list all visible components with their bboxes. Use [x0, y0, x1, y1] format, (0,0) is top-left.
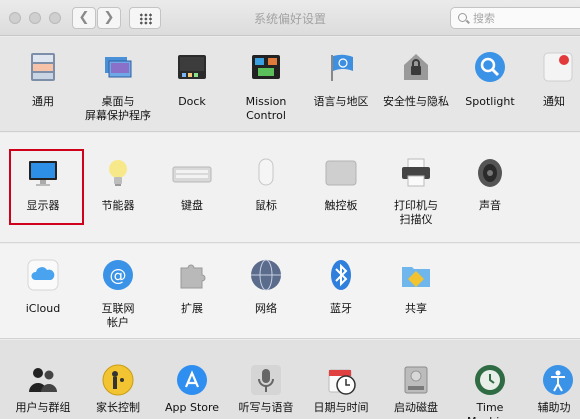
general-icon: [31, 53, 55, 81]
search-icon: [458, 13, 467, 22]
date-time-icon: [328, 369, 356, 395]
keyboard-icon: [172, 166, 212, 183]
pref-notifications[interactable]: 通知: [528, 51, 580, 131]
search-input[interactable]: [473, 10, 573, 26]
dock-icon: [178, 55, 206, 79]
mouse-icon: [258, 158, 274, 186]
pref-users-groups[interactable]: 用户与群组: [5, 364, 81, 419]
users-groups-icon: [29, 368, 57, 392]
title-bar: ❮ ❯ 系统偏好设置: [0, 0, 580, 36]
pref-dock[interactable]: Dock: [154, 51, 230, 131]
pref-desktop-screensaver[interactable]: 桌面与 屏幕保护程序: [80, 51, 156, 131]
search-field[interactable]: [450, 7, 580, 29]
pref-security-privacy[interactable]: 安全性与隐私: [378, 51, 454, 131]
bluetooth-icon: [331, 260, 351, 290]
pref-icloud[interactable]: iCloud: [5, 259, 81, 339]
pref-date-time[interactable]: 日期与时间: [303, 364, 379, 419]
pref-sound[interactable]: 声音: [452, 157, 528, 237]
internet-accounts-icon: @: [103, 260, 133, 290]
spotlight-icon: [475, 52, 505, 82]
pref-row-internet: iCloud @ 互联网 帐户 扩展 网络 蓝牙 共享: [0, 244, 580, 339]
security-icon: [404, 54, 428, 80]
network-icon: [251, 259, 281, 291]
desktop-icon: [105, 57, 132, 78]
time-machine-icon: [475, 365, 505, 395]
pref-time-machine[interactable]: Time Machine: [452, 364, 528, 419]
pref-row-hardware: 显示器 节能器 键盘 鼠标 触控板 打印机与 扫描仪 声音: [0, 133, 580, 243]
pref-energy-saver[interactable]: 节能器: [80, 157, 156, 237]
pref-mouse[interactable]: 鼠标: [228, 157, 304, 237]
pref-startup-disk[interactable]: 启动磁盘: [378, 364, 454, 419]
pref-language-region[interactable]: 语言与地区: [303, 51, 379, 131]
extensions-icon: [180, 264, 206, 289]
pref-dictation-speech[interactable]: 听写与语音: [228, 364, 304, 419]
accessibility-icon: [543, 365, 573, 395]
pref-app-store[interactable]: App Store: [154, 364, 230, 419]
selection-highlight: [9, 149, 84, 225]
sound-icon: [478, 159, 502, 187]
pref-parental-controls[interactable]: 家长控制: [80, 364, 156, 419]
app-store-icon: [177, 365, 207, 395]
pref-printers-scanners[interactable]: 打印机与 扫描仪: [378, 157, 454, 237]
notifications-icon: [543, 52, 573, 82]
pref-general[interactable]: 通用: [5, 51, 81, 131]
pref-trackpad[interactable]: 触控板: [303, 157, 379, 237]
pref-mission-control[interactable]: Mission Control: [228, 51, 304, 131]
pref-spotlight[interactable]: Spotlight: [452, 51, 528, 131]
sharing-icon: [402, 267, 430, 287]
svg-text:@: @: [110, 266, 127, 286]
pref-accessibility[interactable]: 辅助功: [528, 364, 580, 419]
mission-control-icon: [252, 55, 280, 79]
printer-icon: [402, 158, 430, 187]
dictation-icon: [251, 365, 281, 395]
pref-network[interactable]: 网络: [228, 259, 304, 339]
icloud-icon: [27, 259, 59, 291]
pref-row-system: 用户与群组 家长控制 App Store 听写与语音 日期与时间 启动磁盘 Ti…: [0, 340, 580, 419]
pref-bluetooth[interactable]: 蓝牙: [303, 259, 379, 339]
startup-disk-icon: [404, 366, 428, 394]
trackpad-icon: [325, 160, 357, 186]
pref-keyboard[interactable]: 键盘: [154, 157, 230, 237]
parental-controls-icon: [102, 364, 134, 396]
language-region-icon: [331, 54, 353, 81]
pref-sharing[interactable]: 共享: [378, 259, 454, 339]
energy-saver-icon: [109, 160, 127, 186]
pref-row-personal: 通用 桌面与 屏幕保护程序 Dock Mission Control 语言与地区…: [0, 37, 580, 132]
pref-internet-accounts[interactable]: @ 互联网 帐户: [80, 259, 156, 339]
pref-extensions[interactable]: 扩展: [154, 259, 230, 339]
